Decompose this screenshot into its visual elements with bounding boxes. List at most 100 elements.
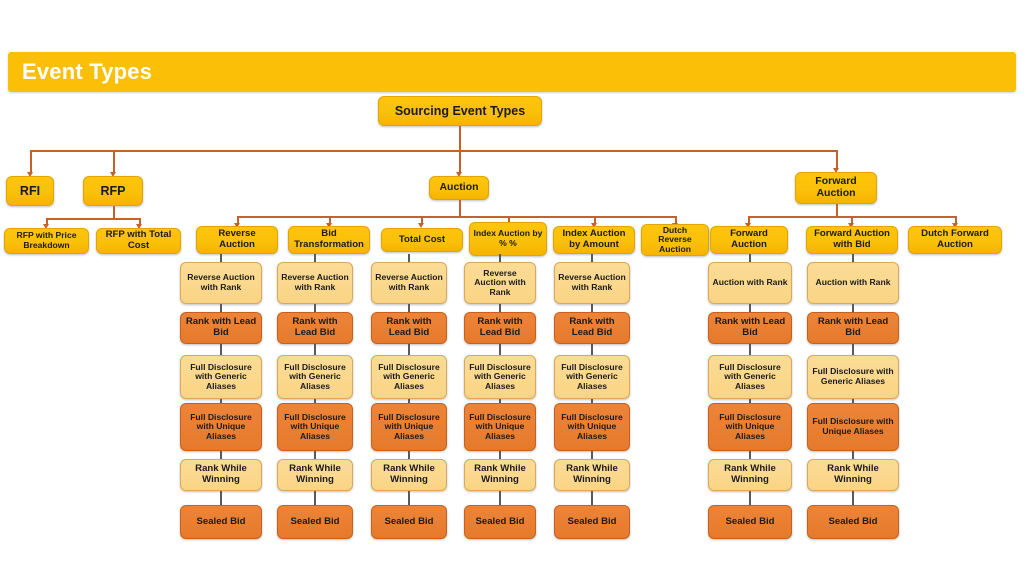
- node-bid-transformation[interactable]: Bid Transformation: [288, 226, 370, 254]
- node-auction[interactable]: Auction: [429, 176, 489, 200]
- reverse-chain-col4-step6[interactable]: Sealed Bid: [464, 505, 536, 539]
- header-bar: [8, 52, 1016, 92]
- forward-chain-col1-step1[interactable]: Auction with Rank: [708, 262, 792, 304]
- forward-chain-col1-step3[interactable]: Full Disclosure with Generic Aliases: [708, 355, 792, 399]
- reverse-chain-col1-step5[interactable]: Rank While Winning: [180, 459, 262, 491]
- reverse-chain-col5-step4[interactable]: Full Disclosure with Unique Aliases: [554, 403, 630, 451]
- forward-chain-col1-step4[interactable]: Full Disclosure with Unique Aliases: [708, 403, 792, 451]
- node-index-auction-by-percent[interactable]: Index Auction by % %: [469, 222, 547, 256]
- reverse-chain-col1-step2[interactable]: Rank with Lead Bid: [180, 312, 262, 344]
- reverse-chain-col1-connector4: [220, 451, 222, 459]
- reverse-chain-col3-connector2: [408, 344, 410, 355]
- forward-chain-col1-step2[interactable]: Rank with Lead Bid: [708, 312, 792, 344]
- forward-chain-col2-connector0: [852, 254, 854, 262]
- reverse-chain-col1-connector5: [220, 491, 222, 505]
- reverse-chain-col2-connector3: [314, 399, 316, 403]
- reverse-chain-col1-step1[interactable]: Reverse Auction with Rank: [180, 262, 262, 304]
- reverse-chain-col2-step2[interactable]: Rank with Lead Bid: [277, 312, 353, 344]
- reverse-chain-col2-connector2: [314, 344, 316, 355]
- reverse-chain-col3-step1[interactable]: Reverse Auction with Rank: [371, 262, 447, 304]
- node-sourcing-event-types[interactable]: Sourcing Event Types: [378, 96, 542, 126]
- reverse-chain-col4-connector4: [499, 451, 501, 459]
- reverse-chain-col2-step3[interactable]: Full Disclosure with Generic Aliases: [277, 355, 353, 399]
- forward-chain-col1-step6[interactable]: Sealed Bid: [708, 505, 792, 539]
- forward-chain-col2-step5[interactable]: Rank While Winning: [807, 459, 899, 491]
- connector-root-down: [459, 126, 461, 150]
- reverse-chain-col3-step5[interactable]: Rank While Winning: [371, 459, 447, 491]
- reverse-chain-col3-step3[interactable]: Full Disclosure with Generic Aliases: [371, 355, 447, 399]
- reverse-chain-col5-step2[interactable]: Rank with Lead Bid: [554, 312, 630, 344]
- forward-chain-col1-connector2: [749, 344, 751, 355]
- reverse-chain-col1-connector0: [220, 254, 222, 262]
- reverse-chain-col3-connector0: [408, 254, 410, 262]
- reverse-chain-col3-connector4: [408, 451, 410, 459]
- reverse-chain-col1-step4[interactable]: Full Disclosure with Unique Aliases: [180, 403, 262, 451]
- forward-chain-col2-connector1: [852, 304, 854, 312]
- reverse-chain-col2-connector0: [314, 254, 316, 262]
- forward-chain-col1-step5[interactable]: Rank While Winning: [708, 459, 792, 491]
- forward-chain-col2-connector5: [852, 491, 854, 505]
- forward-chain-col2-step3[interactable]: Full Disclosure with Generic Aliases: [807, 355, 899, 399]
- node-forward-auction[interactable]: Forward Auction: [795, 172, 877, 204]
- reverse-chain-col5-connector5: [591, 491, 593, 505]
- reverse-chain-col4-connector5: [499, 491, 501, 505]
- forward-chain-col2-connector3: [852, 399, 854, 403]
- reverse-chain-col4-connector1: [499, 304, 501, 312]
- reverse-chain-col5-step3[interactable]: Full Disclosure with Generic Aliases: [554, 355, 630, 399]
- reverse-chain-col1-step3[interactable]: Full Disclosure with Generic Aliases: [180, 355, 262, 399]
- node-rfp-with-total-cost[interactable]: RFP with Total Cost: [96, 228, 181, 254]
- reverse-chain-col2-step5[interactable]: Rank While Winning: [277, 459, 353, 491]
- reverse-chain-col2-step4[interactable]: Full Disclosure with Unique Aliases: [277, 403, 353, 451]
- reverse-chain-col4-step2[interactable]: Rank with Lead Bid: [464, 312, 536, 344]
- node-dutch-reverse-auction[interactable]: Dutch Reverse Auction: [641, 224, 709, 256]
- reverse-chain-col1-connector1: [220, 304, 222, 312]
- forward-chain-col1-connector0: [749, 254, 751, 262]
- reverse-chain-col3-step4[interactable]: Full Disclosure with Unique Aliases: [371, 403, 447, 451]
- forward-chain-col2-step1[interactable]: Auction with Rank: [807, 262, 899, 304]
- forward-chain-col1-connector5: [749, 491, 751, 505]
- node-forward-auction-child[interactable]: Forward Auction: [710, 226, 788, 254]
- connector-to-rfp: [113, 150, 115, 174]
- reverse-chain-col5-step1[interactable]: Reverse Auction with Rank: [554, 262, 630, 304]
- connector-auction-down: [459, 200, 461, 216]
- node-dutch-forward-auction[interactable]: Dutch Forward Auction: [908, 226, 1002, 254]
- node-total-cost[interactable]: Total Cost: [381, 228, 463, 252]
- reverse-chain-col5-step5[interactable]: Rank While Winning: [554, 459, 630, 491]
- node-index-auction-by-amount[interactable]: Index Auction by Amount: [553, 226, 635, 254]
- reverse-chain-col5-connector1: [591, 304, 593, 312]
- reverse-chain-col4-connector3: [499, 399, 501, 403]
- reverse-chain-col4-connector0: [499, 254, 501, 262]
- reverse-chain-col4-step4[interactable]: Full Disclosure with Unique Aliases: [464, 403, 536, 451]
- connector-level1-bus: [30, 150, 836, 152]
- reverse-chain-col5-connector4: [591, 451, 593, 459]
- reverse-chain-col4-step1[interactable]: Reverse Auction with Rank: [464, 262, 536, 304]
- forward-chain-col2-step4[interactable]: Full Disclosure with Unique Aliases: [807, 403, 899, 451]
- connector-auction-bus: [237, 216, 675, 218]
- forward-chain-col2-connector2: [852, 344, 854, 355]
- reverse-chain-col2-step6[interactable]: Sealed Bid: [277, 505, 353, 539]
- reverse-chain-col3-step6[interactable]: Sealed Bid: [371, 505, 447, 539]
- reverse-chain-col5-connector0: [591, 254, 593, 262]
- reverse-chain-col4-step5[interactable]: Rank While Winning: [464, 459, 536, 491]
- connector-to-auction: [459, 150, 461, 174]
- forward-chain-col2-step2[interactable]: Rank with Lead Bid: [807, 312, 899, 344]
- forward-chain-col2-connector4: [852, 451, 854, 459]
- reverse-chain-col2-connector5: [314, 491, 316, 505]
- reverse-chain-col3-step2[interactable]: Rank with Lead Bid: [371, 312, 447, 344]
- node-forward-auction-with-bid[interactable]: Forward Auction with Bid: [806, 226, 898, 254]
- reverse-chain-col4-step3[interactable]: Full Disclosure with Generic Aliases: [464, 355, 536, 399]
- node-reverse-auction[interactable]: Reverse Auction: [196, 226, 278, 254]
- reverse-chain-col3-connector5: [408, 491, 410, 505]
- reverse-chain-col1-step6[interactable]: Sealed Bid: [180, 505, 262, 539]
- reverse-chain-col1-connector2: [220, 344, 222, 355]
- reverse-chain-col3-connector3: [408, 399, 410, 403]
- reverse-chain-col2-step1[interactable]: Reverse Auction with Rank: [277, 262, 353, 304]
- reverse-chain-col5-step6[interactable]: Sealed Bid: [554, 505, 630, 539]
- node-rfp[interactable]: RFP: [83, 176, 143, 206]
- node-rfi[interactable]: RFI: [6, 176, 54, 206]
- reverse-chain-col2-connector1: [314, 304, 316, 312]
- forward-chain-col2-step6[interactable]: Sealed Bid: [807, 505, 899, 539]
- node-rfp-with-price-breakdown[interactable]: RFP with Price Breakdown: [4, 228, 89, 254]
- page-title: Event Types: [22, 59, 153, 84]
- forward-chain-col1-connector3: [749, 399, 751, 403]
